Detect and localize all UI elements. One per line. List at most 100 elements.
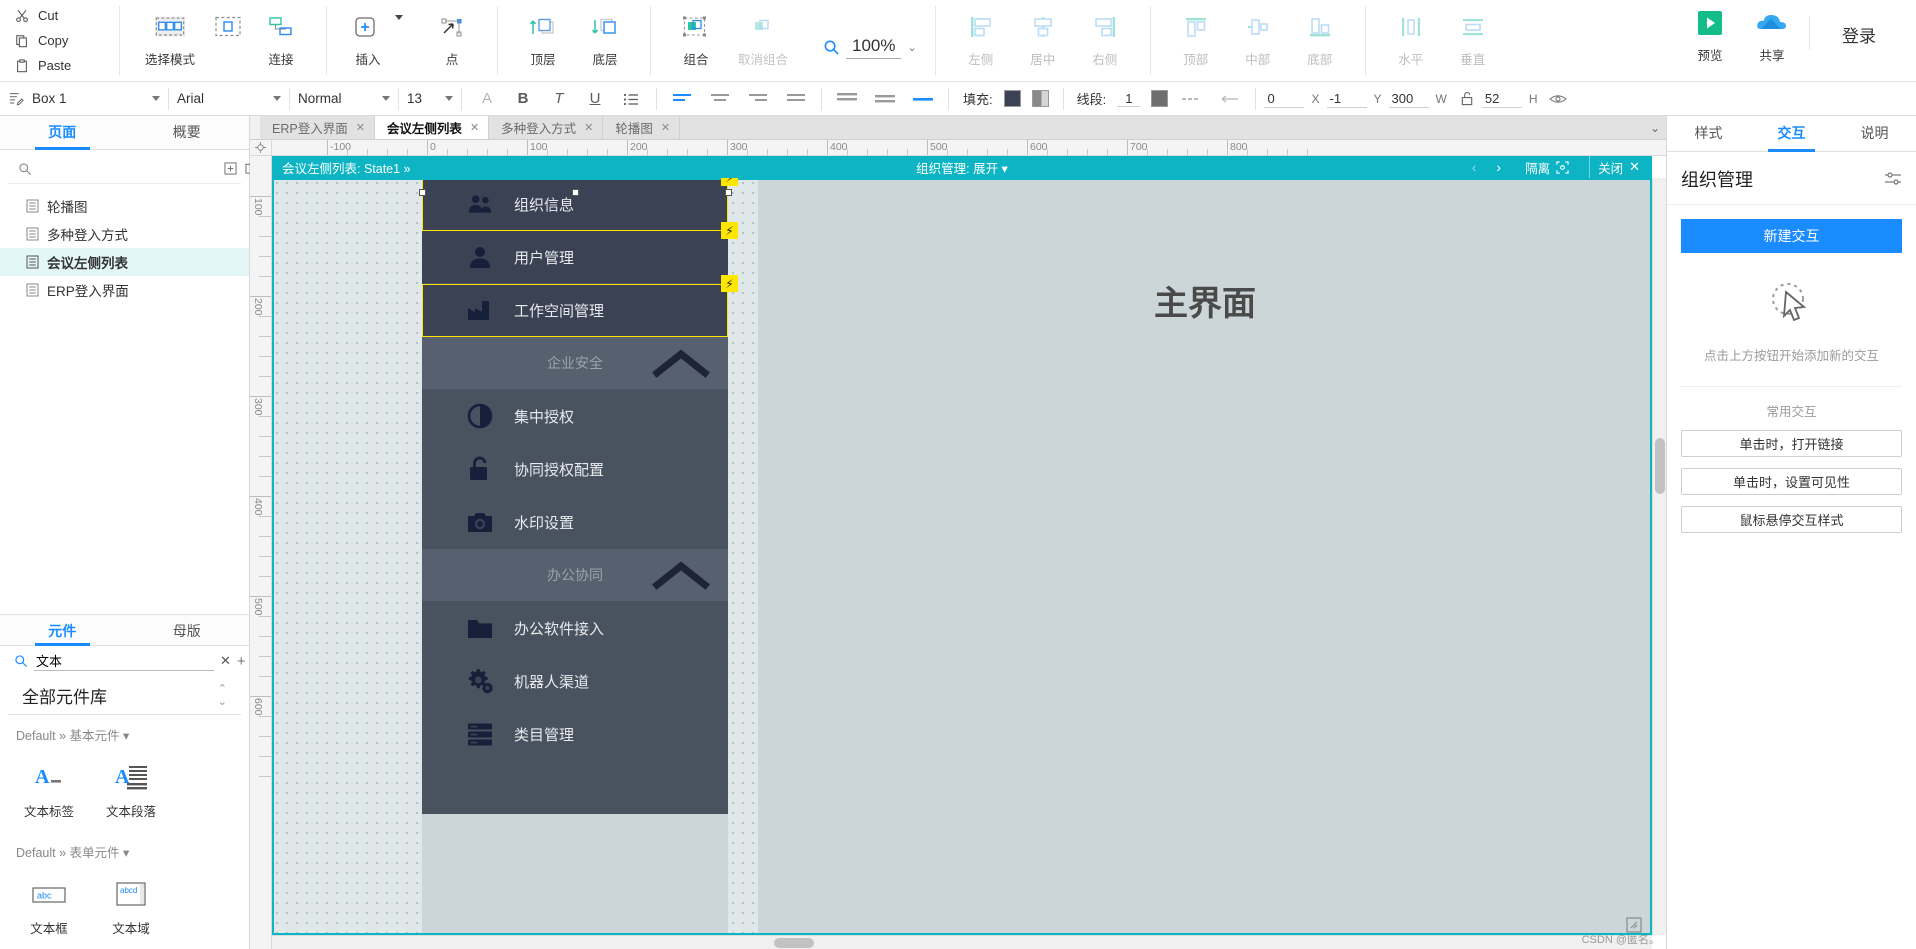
tab-pages[interactable]: 页面 <box>0 116 125 150</box>
text-align-center-icon[interactable] <box>707 87 733 111</box>
canvas-vertical-scrollbar[interactable] <box>1652 178 1666 935</box>
menu-item-workspace-mgmt[interactable]: 工作空间管理 ⚡ <box>422 275 738 337</box>
action-set-visibility[interactable]: 单击时，设置可见性 <box>1681 468 1902 495</box>
copy-button[interactable]: Copy <box>14 29 107 52</box>
w-input[interactable]: 300 <box>1388 90 1429 108</box>
page-search-input[interactable] <box>40 161 216 176</box>
paste-button[interactable]: Paste <box>14 54 107 77</box>
canvas-area[interactable]: 会议左侧列表: State1 » 组织管理: 展开 ▾ ‹ › 隔离 关闭 ✕ … <box>272 156 1666 949</box>
library-search-input[interactable] <box>34 651 214 671</box>
canvas-tab-meeting[interactable]: 会议左侧列表 ✕ <box>374 116 490 139</box>
tab-style[interactable]: 样式 <box>1667 116 1750 151</box>
sliders-icon[interactable] <box>1884 171 1902 187</box>
canvas-horizontal-scrollbar[interactable] <box>272 935 1652 949</box>
text-align-left-icon[interactable] <box>669 87 695 111</box>
font-family-select[interactable]: Arial <box>169 82 289 116</box>
library-group-label-2[interactable]: Default » 表单元件 ▾ <box>0 832 249 865</box>
chevron-updown-icon[interactable]: ⌃ ⌄ <box>218 682 227 708</box>
scrollbar-thumb[interactable] <box>1655 438 1665 494</box>
resize-handle-center[interactable] <box>572 189 579 196</box>
tab-outline[interactable]: 概要 <box>125 116 250 149</box>
text-align-right-icon[interactable] <box>745 87 771 111</box>
tabbar-overflow-icon[interactable]: ⌄ <box>1644 116 1666 139</box>
chevron-up-icon[interactable] <box>652 560 710 590</box>
canvas-tab-login[interactable]: 多种登入方式 ✕ <box>489 116 604 139</box>
widget-textarea[interactable]: abcd 文本域 <box>90 869 172 945</box>
align-middle-button[interactable]: 中部 <box>1227 4 1289 68</box>
bullet-list-icon[interactable] <box>618 87 644 111</box>
align-left-button[interactable]: 左侧 <box>950 4 1012 68</box>
select-single-button[interactable] <box>206 4 250 44</box>
point-button[interactable]: 点 <box>421 4 483 68</box>
widget-textbox[interactable]: abc 文本框 <box>8 869 90 945</box>
align-top-button[interactable]: 顶部 <box>1165 4 1227 68</box>
tab-widgets[interactable]: 元件 <box>0 615 125 646</box>
menu-item-robot-channel[interactable]: 机器人渠道 <box>422 655 728 708</box>
chevron-down-icon[interactable] <box>152 96 160 101</box>
align-bottom-button[interactable]: 底部 <box>1289 4 1351 68</box>
x-input[interactable]: 0 <box>1264 90 1305 108</box>
font-size-select[interactable]: 13 <box>399 82 461 116</box>
chevron-up-icon[interactable] <box>652 348 710 378</box>
line-dash-icon[interactable] <box>1179 87 1205 111</box>
eye-icon[interactable] <box>1545 87 1571 111</box>
zoom-value[interactable]: 100% <box>846 36 902 59</box>
cut-button[interactable]: Cut <box>14 4 107 27</box>
lock-open-icon[interactable] <box>1454 87 1480 111</box>
send-back-button[interactable]: 底层 <box>574 4 636 68</box>
preview-button[interactable]: 预览 <box>1679 0 1741 64</box>
select-mode-button[interactable]: 选择模式 <box>134 4 206 68</box>
bring-front-button[interactable]: 顶层 <box>512 4 574 68</box>
distribute-horizontal-button[interactable]: 水平 <box>1380 4 1442 68</box>
page-item[interactable]: 多种登入方式 <box>0 220 249 248</box>
chevron-down-icon[interactable] <box>382 96 390 101</box>
underline-icon[interactable]: U <box>582 87 608 111</box>
line-arrow-icon[interactable] <box>1216 87 1242 111</box>
chevron-left-icon[interactable]: ‹ <box>1468 159 1481 175</box>
menu-item-next-partial[interactable] <box>422 761 728 814</box>
menu-group-enterprise-security[interactable]: 企业安全 <box>422 337 728 390</box>
menu-item-office-software[interactable]: 办公软件接入 <box>422 602 728 655</box>
font-color-icon[interactable]: A <box>474 87 500 111</box>
resize-handle-left[interactable] <box>419 189 426 196</box>
page-item-active[interactable]: 会议左侧列表 <box>0 248 249 276</box>
shape-name-field[interactable]: Box 1 <box>0 82 168 116</box>
font-style-select[interactable]: Normal <box>290 82 398 116</box>
valign-top-icon[interactable] <box>834 87 860 111</box>
page-item[interactable]: ERP登入界面 <box>0 276 249 304</box>
state-bar-left-label[interactable]: 会议左侧列表: State1 » <box>272 158 411 177</box>
close-icon[interactable]: ✕ <box>584 121 593 134</box>
italic-icon[interactable]: T <box>546 87 572 111</box>
chevron-down-icon[interactable] <box>445 96 453 101</box>
close-state-button[interactable]: 关闭 ✕ <box>1589 156 1648 178</box>
fill-color-swatch[interactable] <box>1003 90 1021 107</box>
menu-item-user-mgmt[interactable]: 用户管理 ⚡ <box>422 222 738 284</box>
menu-group-office-collab[interactable]: 办公协同 <box>422 549 728 602</box>
state-bar-center-label[interactable]: 组织管理: 展开 ▾ <box>272 158 1652 177</box>
zoom-control[interactable]: 100% ⌄ <box>809 14 931 81</box>
connect-button[interactable]: 连接 <box>250 4 312 68</box>
ruler-origin-icon[interactable] <box>250 140 272 155</box>
distribute-vertical-button[interactable]: 垂直 <box>1442 4 1504 68</box>
valign-middle-icon[interactable] <box>872 87 898 111</box>
add-library-icon[interactable]: + <box>237 652 246 670</box>
page-canvas[interactable]: 主界面 组织信息 用户管理 ⚡ 工作空间管理 ⚡ 企业安全 集中授权 协同授权配… <box>272 178 1652 935</box>
menu-item-watermark[interactable]: 水印设置 <box>422 496 728 549</box>
scrollbar-thumb[interactable] <box>774 938 814 948</box>
bold-icon[interactable]: B <box>510 87 536 111</box>
clear-icon[interactable]: ✕ <box>220 652 231 670</box>
isolate-button[interactable]: 隔离 <box>1517 156 1577 178</box>
line-width-value[interactable]: 1 <box>1117 91 1141 107</box>
close-icon[interactable]: ✕ <box>470 121 479 134</box>
group-button[interactable]: 组合 <box>665 4 727 68</box>
close-icon[interactable]: ✕ <box>661 121 670 134</box>
align-center-button[interactable]: 居中 <box>1012 4 1074 68</box>
login-button[interactable]: 登录 <box>1816 0 1902 47</box>
action-open-link[interactable]: 单击时，打开链接 <box>1681 430 1902 457</box>
close-icon[interactable]: ✕ <box>356 121 365 134</box>
main-screen-area[interactable]: 主界面 <box>758 178 1652 935</box>
menu-item-category-mgmt[interactable]: 类目管理 <box>422 708 728 761</box>
y-input[interactable]: -1 <box>1326 90 1367 108</box>
tab-masters[interactable]: 母版 <box>125 615 250 645</box>
widget-text-paragraph[interactable]: A 文本段落 <box>90 752 172 828</box>
